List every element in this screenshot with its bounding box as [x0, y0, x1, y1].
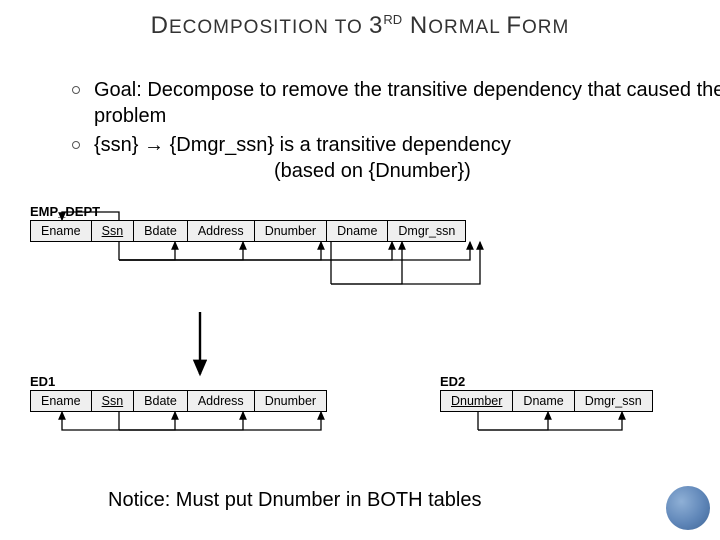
diagram: EMP_DEPT Ename Ssn Bdate Address Dnumber…	[20, 204, 700, 474]
slide: DECOMPOSITION TO 3RD NORMAL FORM Goal: D…	[0, 0, 720, 540]
bullet-2-text: {ssn} → {Dmgr_ssn} is a transitive depen…	[94, 134, 511, 156]
bullet-list: Goal: Decompose to remove the transitive…	[32, 78, 720, 188]
bullet-1-text: Goal: Decompose to remove the transitive…	[94, 79, 720, 127]
title-text: DECOMPOSITION TO 3RD NORMAL FORM	[151, 12, 570, 39]
dependency-arrows	[20, 204, 700, 474]
notice-text: Notice: Must put Dnumber in BOTH tables	[108, 489, 481, 512]
globe-icon	[666, 486, 710, 530]
bullet-2-sub: (based on {Dnumber})	[94, 159, 720, 185]
bullet-1: Goal: Decompose to remove the transitive…	[72, 78, 720, 129]
bullet-2: {ssn} → {Dmgr_ssn} is a transitive depen…	[72, 133, 720, 184]
slide-title: DECOMPOSITION TO 3RD NORMAL FORM	[0, 12, 720, 40]
